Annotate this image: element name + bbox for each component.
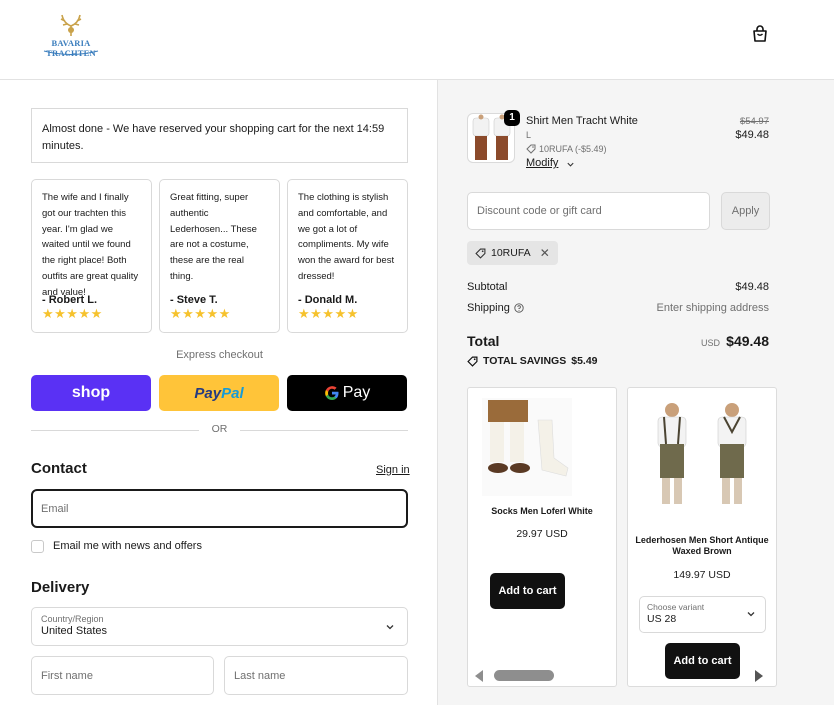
recommended-product-card: Lederhosen Men Short Antique Waxed Brown… — [627, 387, 777, 687]
carousel-next-icon[interactable] — [754, 669, 764, 683]
first-name-field[interactable] — [31, 656, 214, 695]
newsletter-option[interactable]: Email me with news and offers — [31, 538, 202, 554]
recommended-product-card: Socks Men Loferl White 29.97 USD Add to … — [467, 387, 617, 687]
chevron-down-icon — [386, 625, 394, 630]
review-author: - Steve T. — [170, 294, 218, 306]
delivery-heading: Delivery — [31, 579, 90, 596]
variant-select[interactable]: Choose variant US 28 — [639, 596, 766, 633]
header: BAVARIA TRACHTEN — [0, 0, 834, 80]
chevron-down-icon[interactable] — [566, 160, 575, 169]
review-card: Great fitting, super authentic Lederhose… — [159, 179, 280, 333]
checkout-form-column: Almost done - We have reserved your shop… — [0, 80, 437, 705]
recommended-product-price: 29.97 USD — [516, 528, 568, 540]
modify-link[interactable]: Modify — [526, 157, 558, 169]
tag-icon — [526, 144, 536, 154]
total-value: $49.48 — [726, 333, 769, 349]
star-rating: ★★★★★ — [170, 306, 231, 321]
recommended-product-name: Lederhosen Men Short Antique Waxed Brown — [635, 535, 769, 556]
newsletter-label: Email me with news and offers — [53, 540, 202, 552]
country-label: Country/Region — [41, 614, 104, 624]
apply-button[interactable]: Apply — [721, 192, 770, 230]
recommended-product-name: Socks Men Loferl White — [491, 506, 593, 516]
shipping-label: Shipping — [467, 302, 510, 314]
add-to-cart-button[interactable]: Add to cart — [665, 643, 740, 679]
sign-in-link[interactable]: Sign in — [376, 464, 410, 476]
discount-code-field[interactable] — [467, 192, 710, 230]
review-author: - Donald M. — [298, 294, 358, 306]
last-name-field[interactable] — [224, 656, 408, 695]
variant-value: US 28 — [647, 613, 677, 625]
discount-note: 10RUFA (-$5.49) — [539, 144, 607, 154]
item-price: $49.48 — [735, 129, 769, 141]
paypal-button[interactable]: Pay Pal — [159, 375, 279, 411]
subtotal-value: $49.48 — [735, 281, 769, 293]
shopping-bag-icon[interactable] — [750, 24, 770, 44]
divider-line — [240, 430, 408, 431]
product-discount: 10RUFA (-$5.49) — [526, 144, 607, 154]
chevron-down-icon — [747, 612, 755, 617]
logo-ribbon-icon — [43, 50, 99, 55]
country-value: United States — [41, 625, 108, 637]
total-label: Total — [467, 333, 500, 349]
deer-antlers-icon — [60, 14, 82, 36]
add-to-cart-button[interactable]: Add to cart — [490, 573, 565, 609]
shipping-row: Shipping — [467, 302, 524, 314]
google-g-icon — [324, 386, 339, 400]
shop-pay-label: shop — [71, 384, 111, 401]
newsletter-checkbox[interactable] — [31, 539, 44, 553]
review-card: The wife and I finally got our trachten … — [31, 179, 152, 333]
variant-label: Choose variant — [647, 602, 705, 612]
review-card: The clothing is stylish and comfortable,… — [287, 179, 408, 333]
or-label: OR — [211, 423, 228, 435]
tag-icon — [475, 248, 486, 259]
total-currency: USD — [700, 338, 720, 348]
carousel-scrollbar[interactable] — [494, 670, 554, 681]
socks-product-image — [482, 398, 572, 496]
google-pay-button[interactable]: Pay — [287, 375, 407, 411]
star-rating: ★★★★★ — [298, 306, 359, 321]
savings-label: TOTAL SAVINGS — [483, 355, 567, 367]
country-select[interactable]: Country/Region United States — [31, 607, 408, 646]
applied-code: 10RUFA — [491, 247, 531, 259]
shop-pay-button[interactable]: shop — [31, 375, 151, 411]
total-savings: TOTAL SAVINGS $5.49 — [467, 355, 598, 367]
paypal-label-part2: Pal — [221, 384, 244, 402]
reservation-notice: Almost done - We have reserved your shop… — [31, 108, 408, 163]
review-author: - Robert L. — [42, 294, 97, 306]
recommended-product-price: 149.97 USD — [673, 569, 731, 581]
shipping-value: Enter shipping address — [656, 302, 769, 314]
savings-value: $5.49 — [571, 355, 598, 367]
product-name: Shirt Men Tracht White — [526, 115, 638, 127]
lederhosen-product-image — [657, 403, 747, 504]
order-summary-column: 1 Shirt Men Tracht White L 10RUFA (-$5.4… — [437, 80, 834, 705]
express-checkout-label: Express checkout — [176, 349, 263, 361]
product-variant: L — [526, 130, 532, 140]
help-icon[interactable] — [514, 303, 524, 313]
applied-discount-chip: 10RUFA ✕ — [467, 241, 558, 265]
logo[interactable]: BAVARIA TRACHTEN — [30, 14, 112, 58]
paypal-label-part1: Pay — [194, 384, 222, 402]
review-text: The wife and I finally got our trachten … — [42, 192, 139, 298]
google-pay-label: Pay — [342, 384, 371, 401]
tag-icon — [467, 355, 478, 367]
remove-discount-icon[interactable]: ✕ — [540, 246, 550, 260]
carousel-prev-icon[interactable] — [474, 669, 484, 683]
review-text: Great fitting, super authentic Lederhose… — [170, 192, 257, 282]
original-price: $54.97 — [739, 116, 769, 127]
or-divider: OR — [31, 423, 408, 437]
review-text: The clothing is stylish and comfortable,… — [298, 192, 395, 282]
email-field[interactable] — [31, 489, 408, 528]
star-rating: ★★★★★ — [42, 306, 103, 321]
subtotal-label: Subtotal — [467, 281, 508, 293]
contact-heading: Contact — [31, 460, 87, 477]
quantity-badge: 1 — [504, 110, 520, 126]
